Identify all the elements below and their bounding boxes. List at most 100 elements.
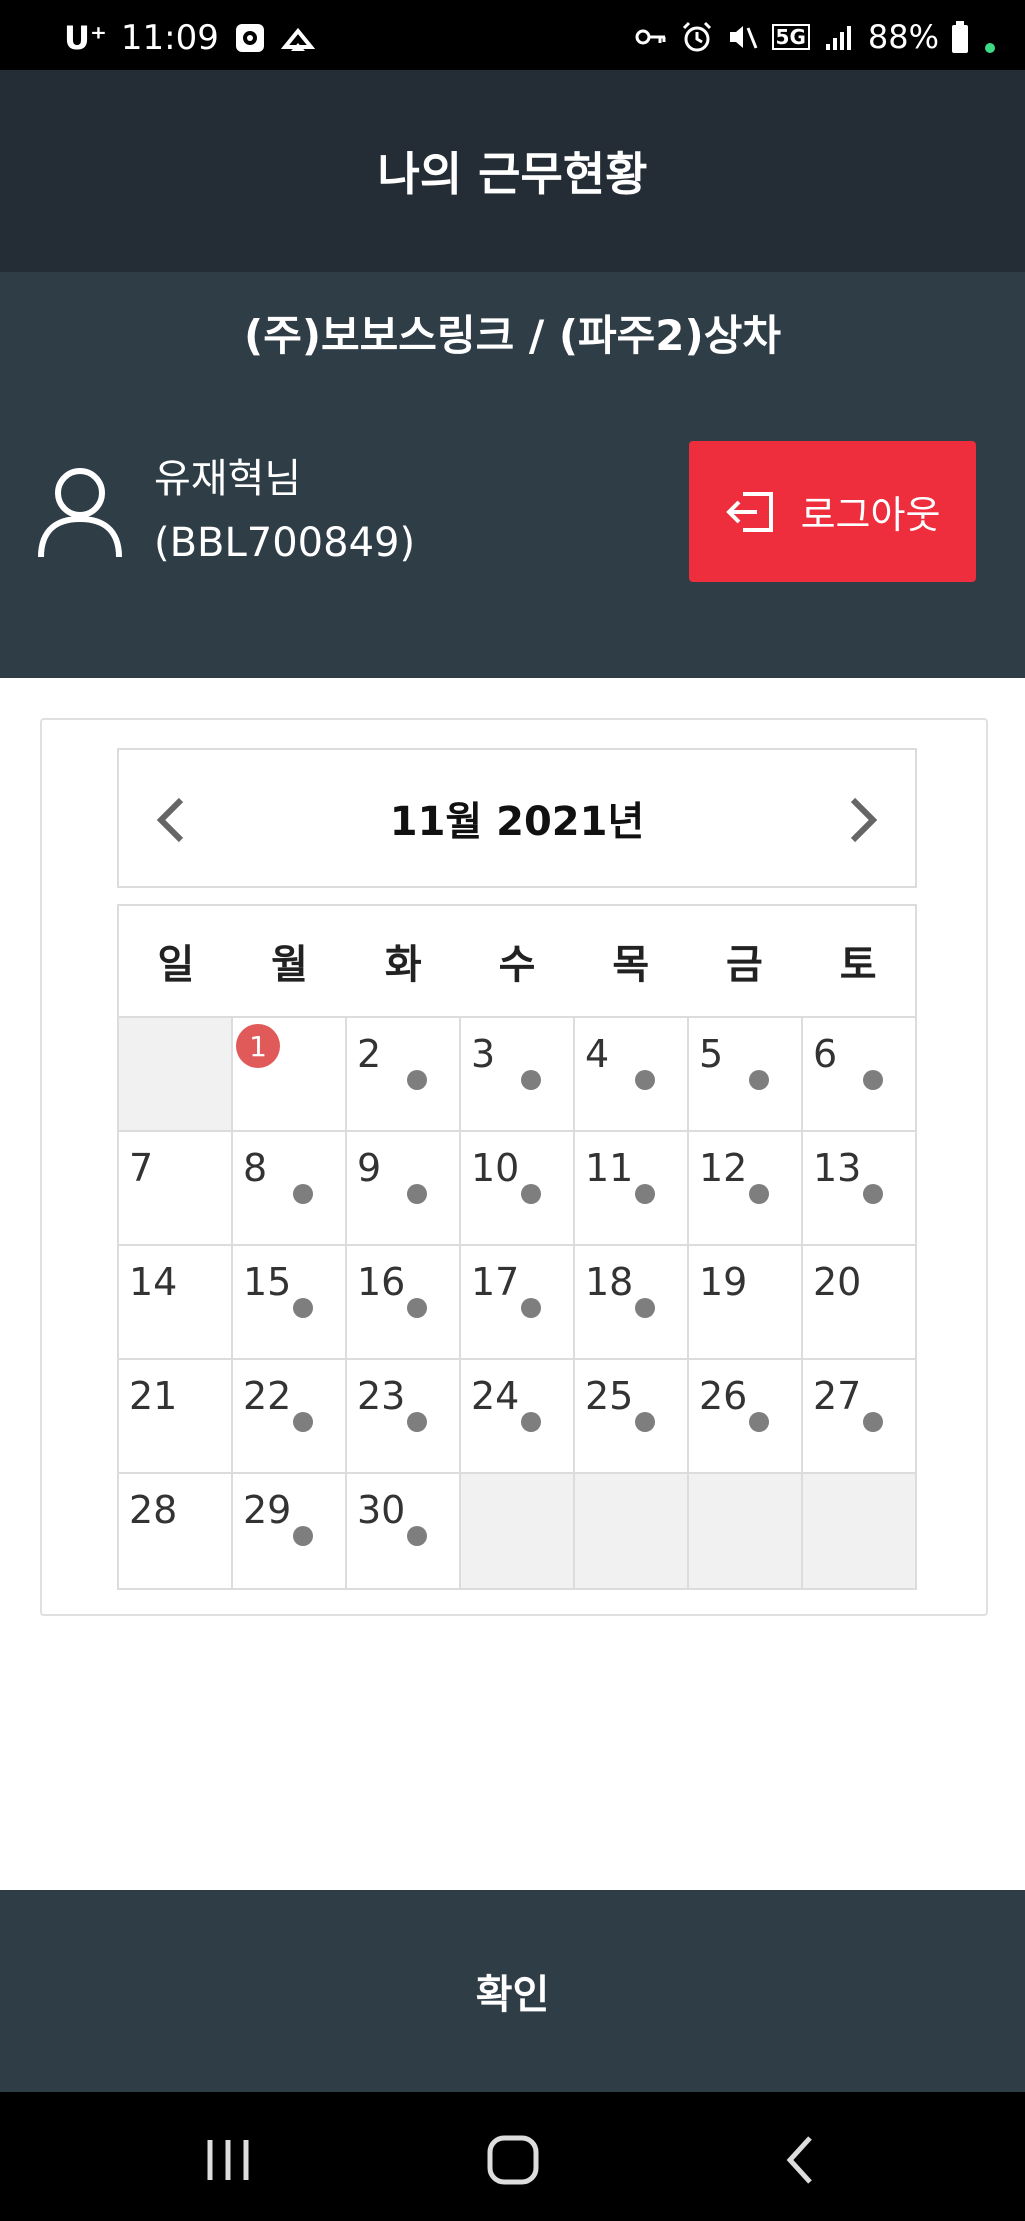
calendar-day-cell[interactable]: 1 — [233, 1018, 347, 1132]
media-icon — [235, 24, 264, 52]
status-dot — [985, 43, 995, 53]
work-dot-indicator — [863, 1412, 883, 1432]
calendar-weeks: 1 2 3 4 5 6 7 8 9 10 11 12 13 14 15 16 17 18 19 20 21 22 23 24 2… — [119, 1018, 915, 1588]
back-icon[interactable] — [772, 2130, 832, 2190]
calendar-day-cell[interactable]: 23 — [347, 1360, 461, 1474]
day-number: 2 — [357, 1032, 382, 1076]
company-label: (주)보보스링크 / (파주2)상차 — [244, 311, 781, 360]
calendar-day-cell[interactable]: 6 — [803, 1018, 915, 1132]
work-dot-indicator — [635, 1412, 655, 1432]
recent-apps-icon[interactable] — [198, 2130, 258, 2190]
calendar-week: 1 2 3 4 5 6 — [119, 1018, 915, 1132]
calendar-grid: 일 월 화 수 목 금 토 1 2 3 4 5 6 7 8 9 10 11 12 13 14 15 16 17 1… — [117, 904, 917, 1590]
calendar-title: 11월 2021년 — [389, 799, 645, 845]
day-number: 23 — [357, 1374, 406, 1418]
work-dot-indicator — [749, 1070, 769, 1090]
day-number: 29 — [243, 1488, 292, 1532]
day-number: 12 — [699, 1146, 748, 1190]
day-number: 20 — [813, 1260, 862, 1304]
calendar-day-cell[interactable]: 26 — [689, 1360, 803, 1474]
calendar-empty-cell — [689, 1474, 803, 1588]
calendar-day-cell[interactable]: 4 — [575, 1018, 689, 1132]
work-dot-indicator — [407, 1070, 427, 1090]
day-number: 24 — [471, 1374, 520, 1418]
calendar-day-cell[interactable]: 22 — [233, 1360, 347, 1474]
day-number: 9 — [357, 1146, 382, 1190]
calendar-day-cell[interactable]: 8 — [233, 1132, 347, 1246]
day-number: 16 — [357, 1260, 406, 1304]
day-number: 18 — [585, 1260, 634, 1304]
calendar-day-cell[interactable]: 14 — [119, 1246, 233, 1360]
day-number: 11 — [585, 1146, 634, 1190]
work-dot-indicator — [521, 1298, 541, 1318]
day-number: 17 — [471, 1260, 520, 1304]
calendar-day-cell[interactable]: 18 — [575, 1246, 689, 1360]
work-dot-indicator — [749, 1412, 769, 1432]
calendar-day-cell[interactable]: 3 — [461, 1018, 575, 1132]
calendar-day-cell[interactable]: 13 — [803, 1132, 915, 1246]
work-dot-indicator — [407, 1412, 427, 1432]
calendar-day-cell[interactable]: 29 — [233, 1474, 347, 1588]
weekday-tue: 화 — [384, 942, 422, 988]
day-number: 5 — [699, 1032, 724, 1076]
work-dot-indicator — [635, 1298, 655, 1318]
calendar-day-cell[interactable]: 7 — [119, 1132, 233, 1246]
calendar-day-cell[interactable]: 5 — [689, 1018, 803, 1132]
today-badge: 1 — [236, 1024, 280, 1068]
status-right: 5G 88% — [634, 18, 995, 56]
battery-icon — [952, 21, 968, 53]
calendar-day-cell[interactable]: 11 — [575, 1132, 689, 1246]
confirm-button[interactable]: 확인 — [0, 1890, 1025, 2092]
day-number: 25 — [585, 1374, 634, 1418]
clock: 11:09 — [120, 18, 219, 58]
confirm-label: 확인 — [475, 1972, 550, 2018]
day-number: 8 — [243, 1146, 268, 1190]
day-number: 4 — [585, 1032, 610, 1076]
home-icon[interactable] — [483, 2130, 543, 2190]
calendar-day-cell[interactable]: 12 — [689, 1132, 803, 1246]
cast-icon — [280, 27, 315, 51]
calendar-day-cell[interactable]: 25 — [575, 1360, 689, 1474]
work-dot-indicator — [863, 1070, 883, 1090]
calendar-day-cell[interactable]: 21 — [119, 1360, 233, 1474]
work-dot-indicator — [407, 1298, 427, 1318]
work-dot-indicator — [863, 1184, 883, 1204]
chevron-left-icon[interactable] — [147, 792, 197, 848]
title-bar: 나의 근무현황 — [0, 70, 1025, 272]
day-number: 21 — [129, 1374, 178, 1418]
logout-button[interactable]: 로그아웃 — [689, 441, 976, 582]
user-block: 유재혁님 (BBL700849) — [36, 447, 415, 575]
status-bar: U⁺ 11:09 5G 88% — [0, 0, 1025, 70]
calendar-day-cell[interactable]: 27 — [803, 1360, 915, 1474]
calendar-day-cell[interactable]: 2 — [347, 1018, 461, 1132]
calendar-day-cell[interactable]: 30 — [347, 1474, 461, 1588]
calendar-day-cell[interactable]: 19 — [689, 1246, 803, 1360]
calendar-day-cell[interactable]: 20 — [803, 1246, 915, 1360]
user-text: 유재혁님 (BBL700849) — [154, 447, 415, 575]
calendar-empty-cell — [803, 1474, 915, 1588]
day-number: 3 — [471, 1032, 496, 1076]
weekday-thu: 목 — [612, 942, 650, 988]
calendar-day-cell[interactable]: 28 — [119, 1474, 233, 1588]
calendar-empty-cell — [575, 1474, 689, 1588]
calendar-empty-cell — [119, 1018, 233, 1132]
day-number: 26 — [699, 1374, 748, 1418]
calendar-day-cell[interactable]: 24 — [461, 1360, 575, 1474]
weekday-header: 일 월 화 수 목 금 토 — [119, 906, 915, 1018]
calendar-day-cell[interactable]: 17 — [461, 1246, 575, 1360]
work-dot-indicator — [749, 1184, 769, 1204]
day-number: 30 — [357, 1488, 406, 1532]
weekday-wed: 수 — [498, 942, 536, 988]
calendar-day-cell[interactable]: 15 — [233, 1246, 347, 1360]
calendar-header: 11월 2021년 — [117, 748, 917, 888]
user-id: (BBL700849) — [154, 520, 416, 566]
key-icon — [635, 29, 666, 45]
calendar-day-cell[interactable]: 10 — [461, 1132, 575, 1246]
day-number: 10 — [471, 1146, 520, 1190]
calendar-day-cell[interactable]: 16 — [347, 1246, 461, 1360]
chevron-right-icon[interactable] — [837, 792, 887, 848]
day-number: 27 — [813, 1374, 862, 1418]
user-name: 유재혁님 — [154, 456, 302, 502]
work-dot-indicator — [407, 1184, 427, 1204]
calendar-day-cell[interactable]: 9 — [347, 1132, 461, 1246]
